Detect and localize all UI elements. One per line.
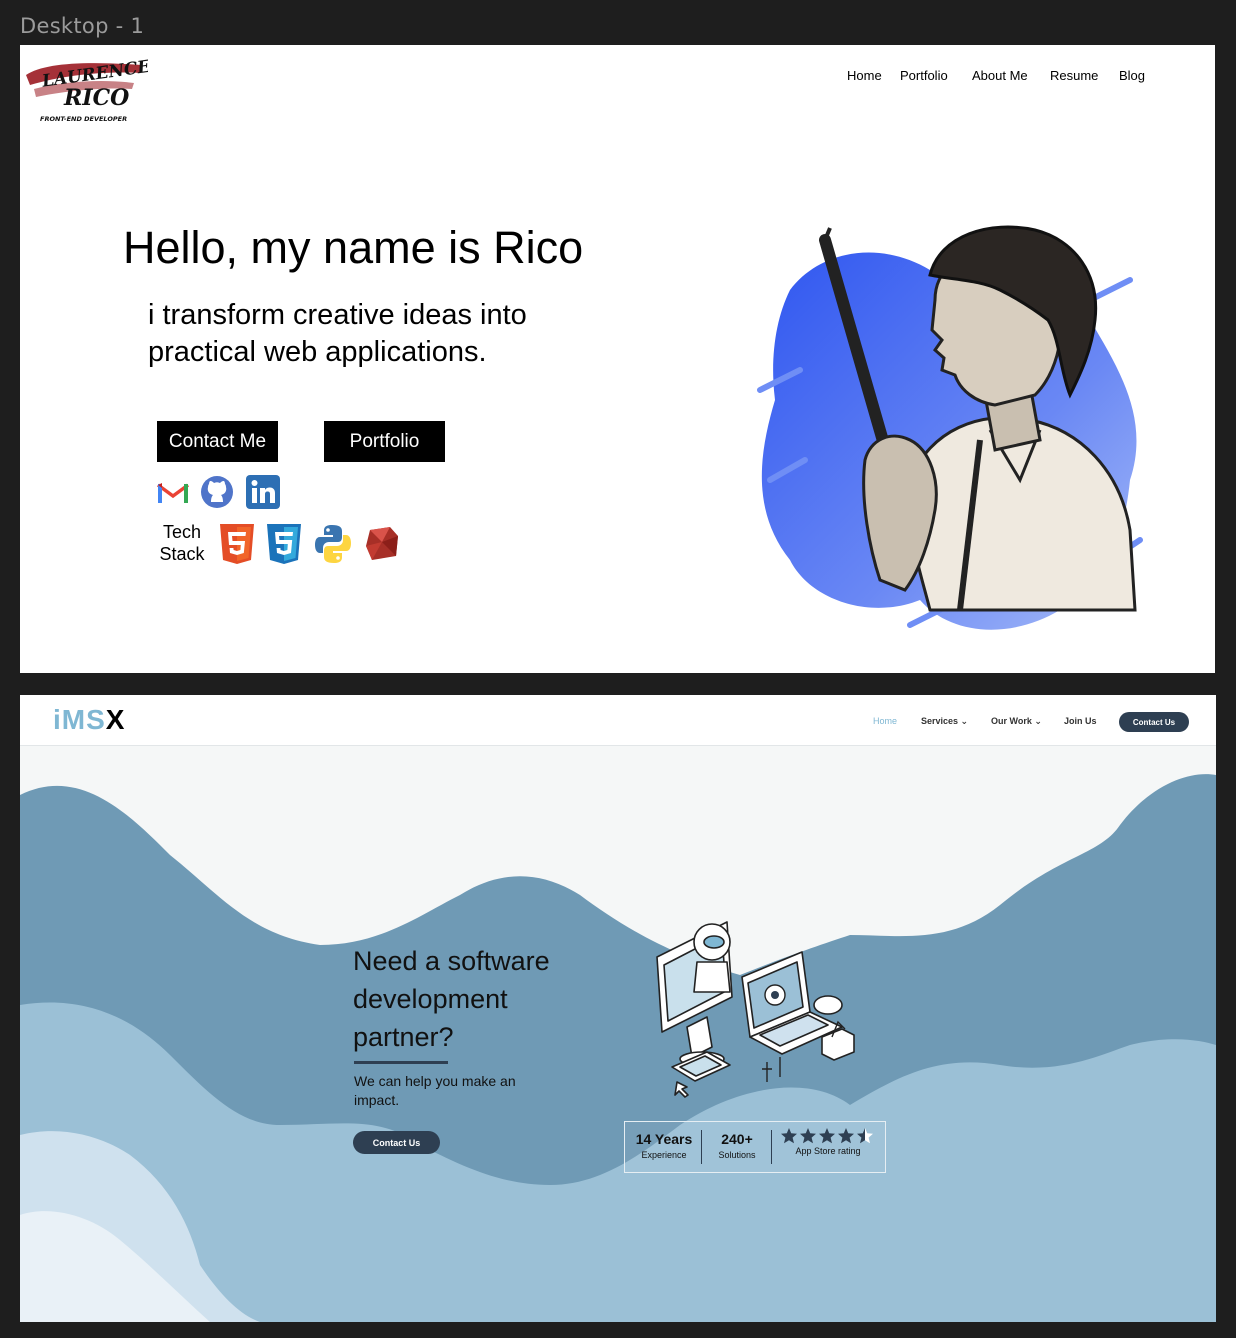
nav-portfolio[interactable]: Portfolio <box>900 68 948 83</box>
linkedin-icon[interactable] <box>245 474 281 510</box>
imsx-logo[interactable]: iMSX <box>53 704 125 736</box>
hero-subtext: We can help you make an impact. <box>354 1073 516 1108</box>
stat-solutions-value: 240+ <box>721 1131 753 1147</box>
css3-icon <box>267 524 301 564</box>
stat-experience-label: Experience <box>641 1150 687 1160</box>
github-icon[interactable] <box>199 474 235 510</box>
ruby-icon <box>366 527 398 560</box>
contact-me-button[interactable]: Contact Me <box>157 421 278 462</box>
imsx-header: iMSX Home Services ⌄ Our Work ⌄ Join Us … <box>20 695 1216 746</box>
star-icon <box>838 1128 854 1144</box>
imsx-nav-our-work[interactable]: Our Work ⌄ <box>991 716 1042 727</box>
frame-label: Desktop - 1 <box>20 14 145 38</box>
cloud-background <box>20 774 1216 1322</box>
logo-tagline: FRONT-END DEVELOPER <box>40 115 127 123</box>
logo-line2: RICO <box>63 85 129 111</box>
developer-portrait-illustration <box>757 225 1143 630</box>
nav-about-me[interactable]: About Me <box>972 68 1028 83</box>
laurence-rico-logo[interactable]: LAURENCE RICO FRONT-END DEVELOPER <box>24 53 148 125</box>
stat-experience-value: 14 Years <box>635 1131 693 1147</box>
gmail-icon[interactable] <box>155 474 191 510</box>
stat-app-store-rating: App Store rating <box>773 1122 883 1172</box>
rating-stars <box>781 1128 873 1144</box>
stat-divider <box>701 1130 702 1164</box>
half-star-icon <box>857 1128 873 1144</box>
robot-computer-illustration <box>656 921 855 1098</box>
imsx-frame: iMSX Home Services ⌄ Our Work ⌄ Join Us … <box>20 695 1216 1322</box>
hero-contact-us-button[interactable]: Contact Us <box>353 1131 440 1154</box>
brand-part2: X <box>105 704 126 735</box>
nav-blog[interactable]: Blog <box>1119 68 1145 83</box>
stat-solutions-label: Solutions <box>718 1150 756 1160</box>
stat-solutions: 240+ Solutions <box>703 1122 771 1172</box>
hero-title: Hello, my name is Rico <box>123 222 584 273</box>
nav-home[interactable]: Home <box>847 68 882 83</box>
portfolio-frame: LAURENCE RICO FRONT-END DEVELOPER Home P… <box>20 45 1215 673</box>
stats-panel: 14 Years Experience 240+ Solutions App S… <box>624 1121 886 1173</box>
python-icon <box>315 525 351 563</box>
nav-resume[interactable]: Resume <box>1050 68 1098 83</box>
tech-stack-label: Tech Stack <box>159 522 205 564</box>
imsx-nav-home[interactable]: Home <box>873 716 897 726</box>
star-icon <box>800 1128 816 1144</box>
stat-rating-label: App Store rating <box>795 1146 861 1156</box>
hero-subtitle: i transform creative ideas into practica… <box>148 299 527 368</box>
imsx-nav-services[interactable]: Services ⌄ <box>921 716 968 727</box>
hero-headline: Need a software development partner? <box>353 946 550 1052</box>
html5-icon <box>220 524 254 564</box>
headline-underline <box>354 1061 448 1064</box>
stat-divider <box>771 1130 772 1164</box>
header-contact-us-button[interactable]: Contact Us <box>1119 712 1189 732</box>
imsx-nav-join-us[interactable]: Join Us <box>1064 716 1097 726</box>
stat-experience: 14 Years Experience <box>627 1122 701 1172</box>
brand-part1: iMS <box>53 704 106 735</box>
portfolio-button[interactable]: Portfolio <box>324 421 445 462</box>
star-icon <box>819 1128 835 1144</box>
star-icon <box>781 1128 797 1144</box>
